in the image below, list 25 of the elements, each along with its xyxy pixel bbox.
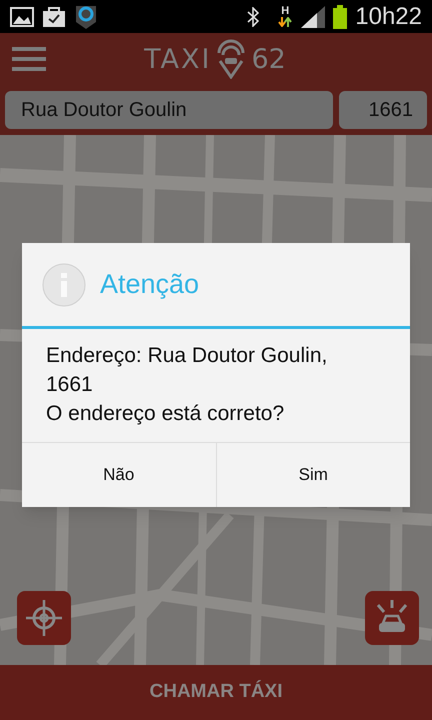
dialog-button[interactable]: Sim [216,443,410,507]
bag-check-icon [42,6,66,28]
info-icon [42,262,86,306]
dialog-title: Atenção [100,268,200,302]
battery-icon [333,4,348,28]
dialog-message: O endereço está correto? [46,401,286,427]
crosshair-icon [26,600,62,636]
network-type-label: H [281,6,290,17]
clock: 10h22 [355,4,422,28]
locate-button[interactable] [17,591,71,645]
taxi-button[interactable] [365,591,419,645]
call-taxi-button[interactable]: CHAMAR TÁXI [0,665,432,720]
bluetooth-icon [247,6,260,26]
dialog-message: Endereço: Rua Doutor Goulin, 1661 [46,343,328,398]
menu-button[interactable] [12,44,46,74]
image-icon [10,6,34,26]
taxi-pin-icon [215,39,248,79]
signal-icon [301,6,326,28]
number-field[interactable]: 1661 [339,91,427,129]
logo-text: TAXI [144,46,212,72]
street-field[interactable]: Rua Doutor Goulin [5,91,333,129]
dialog-button[interactable]: Não [22,443,216,507]
logo-number: 62 [251,46,286,72]
data-arrows-icon [278,17,292,27]
location-pin-icon [74,4,98,30]
